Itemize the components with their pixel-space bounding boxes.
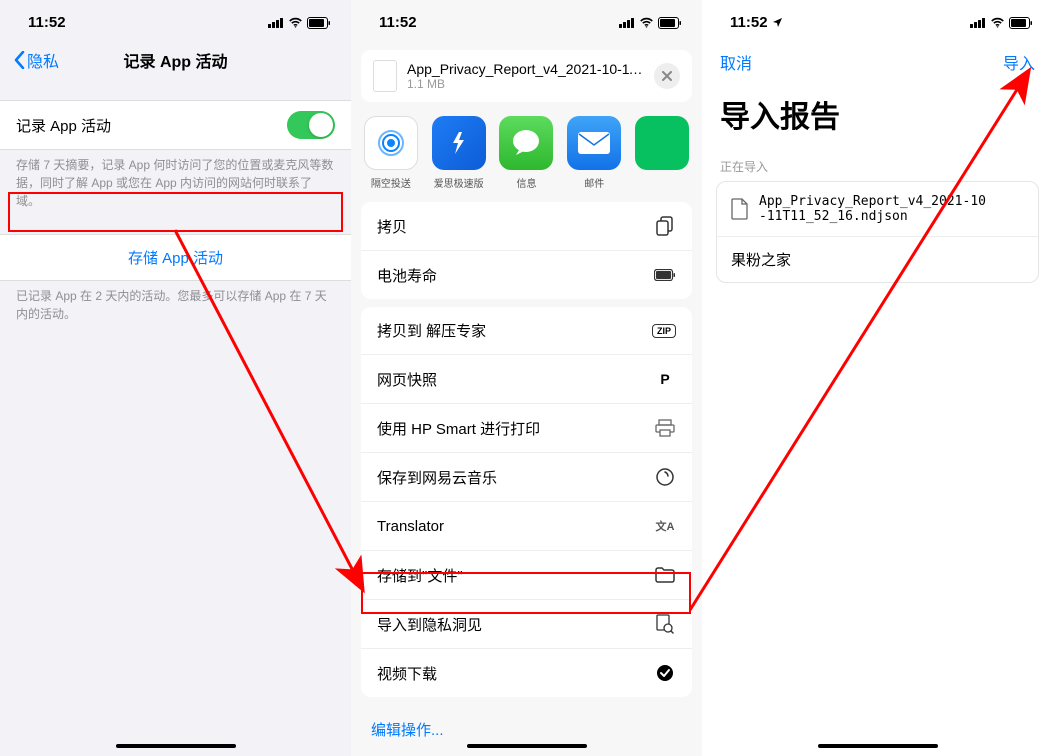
action-group-2: 拷贝到 解压专家 ZIP 网页快照 P 使用 HP Smart 进行打印 保存到… [361, 307, 692, 697]
toggle-label: 记录 App 活动 [16, 115, 111, 136]
share-wechat-partial[interactable] [634, 116, 690, 190]
back-label: 隐私 [27, 48, 59, 72]
action-netease[interactable]: 保存到网易云音乐 [361, 453, 692, 502]
file-header: App_Privacy_Report_v4_2021-10-11T11_... … [361, 50, 692, 102]
action-snapshot[interactable]: 网页快照 P [361, 355, 692, 404]
status-bar: 11:52 [0, 0, 351, 40]
store-activity-button[interactable]: 存储 App 活动 [0, 234, 351, 281]
file-name: App_Privacy_Report_v4_2021-10-11T11_... [407, 61, 644, 77]
translate-icon: 文A [654, 515, 676, 537]
action-label: 拷贝 [377, 216, 407, 237]
toggle-footer: 存储 7 天摘要，记录 App 何时访问了您的位置或麦克风等数据，同时了解 Ap… [0, 150, 351, 216]
status-bar: 11:52 [351, 0, 702, 40]
close-button[interactable] [654, 63, 680, 89]
status-icons [619, 17, 682, 29]
share-label: 爱思极速版 [434, 175, 484, 190]
import-title: 导入报告 [702, 84, 1053, 152]
status-icons [268, 17, 331, 29]
store-footer: 已记录 App 在 2 天内的活动。您最多可以存储 App 在 7 天内的活动。 [0, 281, 351, 329]
wechat-icon [635, 116, 689, 170]
import-card: App_Privacy_Report_v4_2021-10 -11T11_52_… [716, 181, 1039, 283]
share-label: 隔空投送 [371, 175, 411, 190]
phone-2-share-sheet: 11:52 App_Privacy_Report_v4_2021-10-11T1… [351, 0, 702, 756]
action-label: Translator [377, 518, 444, 535]
phone-1-settings: 11:52 隐私 记录 App 活动 记录 App 活动 存储 7 天摘要，记录… [0, 0, 351, 756]
folder-icon [654, 564, 676, 586]
share-apps-row: 隔空投送 爱思极速版 信息 邮件 [351, 102, 702, 194]
home-indicator[interactable] [818, 744, 938, 748]
import-app-row[interactable]: 果粉之家 [717, 237, 1038, 282]
check-icon [654, 662, 676, 684]
p-icon: P [654, 368, 676, 390]
home-indicator[interactable] [467, 744, 587, 748]
battery-icon [654, 264, 676, 286]
action-hp-print[interactable]: 使用 HP Smart 进行打印 [361, 404, 692, 453]
nav-header: 隐私 记录 App 活动 [0, 40, 351, 80]
file-size: 1.1 MB [407, 77, 644, 91]
status-icons [970, 17, 1033, 29]
location-icon [772, 17, 783, 28]
section-label: 正在导入 [716, 152, 1039, 181]
file-info: App_Privacy_Report_v4_2021-10-11T11_... … [407, 61, 644, 91]
status-time: 11:52 [379, 14, 417, 31]
record-activity-toggle[interactable] [287, 111, 335, 139]
mail-icon [567, 116, 621, 170]
aisi-icon [432, 116, 486, 170]
zip-icon: ZIP [652, 324, 676, 338]
status-bar: 11:52 [702, 0, 1053, 40]
import-file-row[interactable]: App_Privacy_Report_v4_2021-10 -11T11_52_… [717, 182, 1038, 237]
file-thumb-icon [373, 60, 397, 92]
file-icon [731, 198, 749, 220]
messages-icon [499, 116, 553, 170]
action-label: 使用 HP Smart 进行打印 [377, 418, 540, 439]
action-group-1: 拷贝 电池寿命 [361, 202, 692, 299]
page-title: 记录 App 活动 [124, 48, 228, 72]
action-zip[interactable]: 拷贝到 解压专家 ZIP [361, 307, 692, 355]
share-mail[interactable]: 邮件 [566, 116, 622, 190]
search-doc-icon [654, 613, 676, 635]
action-label: 存储到"文件" [377, 565, 463, 586]
file-text: App_Privacy_Report_v4_2021-10 -11T11_52_… [759, 194, 986, 224]
share-messages[interactable]: 信息 [499, 116, 555, 190]
action-battery[interactable]: 电池寿命 [361, 251, 692, 299]
cancel-button[interactable]: 取消 [720, 50, 752, 74]
action-label: 网页快照 [377, 369, 437, 390]
record-activity-row: 记录 App 活动 [0, 100, 351, 150]
airdrop-icon [364, 116, 418, 170]
action-label: 电池寿命 [377, 265, 437, 286]
action-copy[interactable]: 拷贝 [361, 202, 692, 251]
action-label: 导入到隐私洞见 [377, 614, 482, 635]
action-label: 保存到网易云音乐 [377, 467, 497, 488]
music-icon [654, 466, 676, 488]
print-icon [654, 417, 676, 439]
action-label: 视频下载 [377, 663, 437, 684]
share-label: 邮件 [584, 175, 604, 190]
import-section: 正在导入 App_Privacy_Report_v4_2021-10 -11T1… [716, 152, 1039, 283]
phone-3-import: 11:52 取消 导入 导入报告 正在导入 App_Privacy_Report… [702, 0, 1053, 756]
share-label: 信息 [516, 175, 536, 190]
share-aisi[interactable]: 爱思极速版 [431, 116, 487, 190]
home-indicator[interactable] [116, 744, 236, 748]
status-time-loc: 11:52 [730, 14, 783, 31]
action-save-files[interactable]: 存储到"文件" [361, 551, 692, 600]
modal-header: 取消 导入 [702, 40, 1053, 84]
share-airdrop[interactable]: 隔空投送 [363, 116, 419, 190]
status-time: 11:52 [28, 14, 66, 31]
action-translator[interactable]: Translator 文A [361, 502, 692, 551]
import-button[interactable]: 导入 [1003, 50, 1035, 74]
action-video-download[interactable]: 视频下载 [361, 649, 692, 697]
back-button[interactable]: 隐私 [14, 48, 59, 72]
action-label: 拷贝到 解压专家 [377, 320, 486, 341]
copy-icon [654, 215, 676, 237]
action-import-privacy[interactable]: 导入到隐私洞见 [361, 600, 692, 649]
